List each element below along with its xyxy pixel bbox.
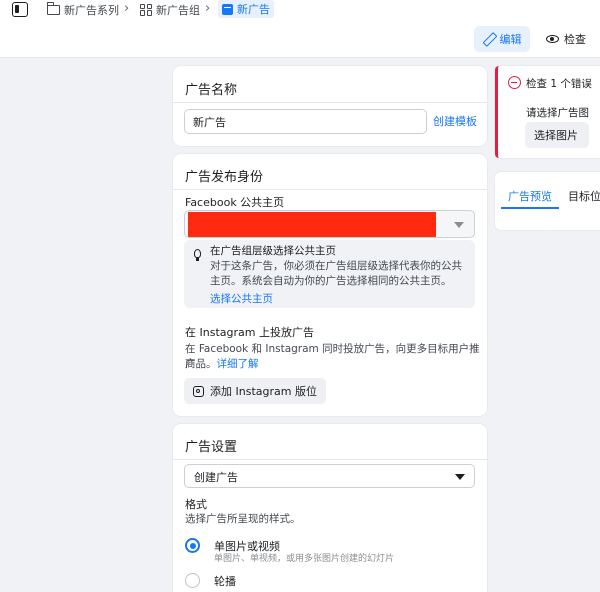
create-template-link[interactable]: 创建模板 [433, 113, 477, 129]
eye-icon [546, 35, 559, 43]
select-page-link[interactable]: 选择公共主页 [210, 291, 273, 306]
divider [173, 189, 487, 190]
select-image-button[interactable]: 选择图片 [525, 122, 589, 148]
edit-button[interactable]: 编辑 [474, 26, 530, 52]
error-card: 检查 1 个错误 请选择广告图片。 选择图片 [495, 66, 600, 158]
side-panel-toggle-icon[interactable] [12, 2, 28, 17]
preview-card: 广告预览 目标位 [495, 172, 600, 230]
grid-icon [140, 3, 152, 16]
breadcrumb-ad[interactable]: 新广告 [218, 0, 274, 18]
top-bar: 新广告系列 › 新广告组 › 新广告 编辑 检查 [0, 0, 600, 58]
breadcrumb-campaign-label: 新广告系列 [64, 3, 119, 17]
pencil-icon [483, 33, 495, 45]
folder-icon [46, 1, 60, 15]
ad-name-card: 广告名称 创建模板 [173, 66, 487, 146]
chevron-down-icon [455, 474, 465, 480]
identity-card: 广告发布身份 Facebook 公共主页 在广告组层级选择公共主页 对于这条广告… [173, 154, 487, 416]
format-option-carousel-label: 轮播 [214, 575, 236, 588]
select-image-label: 选择图片 [534, 129, 578, 142]
instagram-desc-line-2: 商品。详细了解 [185, 357, 259, 372]
edit-button-label: 编辑 [499, 33, 522, 46]
error-icon [508, 76, 521, 89]
breadcrumb: 新广告系列 › 新广告组 › 新广告 [0, 0, 600, 20]
tab-ad-preview[interactable]: 广告预览 [508, 188, 552, 204]
tip-body-line-1: 对于这条广告，你必须在广告组层级选择代表你的公共 [210, 260, 462, 272]
chevron-down-icon [454, 222, 464, 228]
add-instagram-label: 添加 Instagram 版位 [210, 385, 317, 398]
breadcrumb-adset[interactable]: 新广告组 [140, 2, 200, 17]
review-button[interactable]: 检查 [538, 26, 594, 52]
facebook-page-select[interactable] [184, 210, 475, 238]
redacted-page-name [188, 212, 436, 237]
chevron-right-icon: › [124, 1, 130, 16]
format-label: 格式 [185, 498, 207, 511]
format-desc: 选择广告所呈现的样式。 [185, 513, 301, 525]
page-tip-box: 在广告组层级选择公共主页 对于这条广告，你必须在广告组层级选择代表你的公共 主页… [184, 240, 475, 308]
error-title: 检查 1 个错误 [526, 78, 592, 90]
facebook-page-label: Facebook 公共主页 [185, 196, 285, 209]
breadcrumb-adset-label: 新广告组 [156, 3, 200, 17]
active-tab-underline [501, 207, 559, 209]
tab-placement[interactable]: 目标位 [568, 188, 600, 204]
create-ad-select-value: 创建广告 [194, 471, 238, 484]
ad-setup-card: 广告设置 创建广告 格式 选择广告所呈现的样式。 单图片或视频 单图片、单视频，… [173, 424, 487, 592]
format-radio-single[interactable] [185, 538, 200, 553]
format-radio-carousel[interactable] [185, 573, 200, 588]
tip-body-line-2: 主页。系统会自动为你的广告选择相同的公共主页。 [210, 275, 452, 287]
breadcrumb-campaign[interactable]: 新广告系列 [46, 1, 119, 17]
ad-setup-title: 广告设置 [185, 440, 238, 455]
instagram-desc-text: 商品。 [185, 358, 217, 370]
create-ad-select[interactable]: 创建广告 [184, 464, 475, 488]
lightbulb-icon [194, 249, 201, 261]
instagram-icon [193, 385, 204, 397]
instagram-label: 在 Instagram 上投放广告 [185, 326, 314, 339]
ad-name-input[interactable] [184, 109, 427, 134]
ad-icon [222, 3, 233, 15]
chevron-right-icon: › [205, 1, 211, 16]
tip-title: 在广告组层级选择公共主页 [210, 245, 336, 257]
breadcrumb-ad-label: 新广告 [237, 3, 270, 16]
divider [173, 102, 487, 103]
review-button-label: 检查 [564, 33, 586, 46]
divider [173, 459, 487, 460]
identity-title: 广告发布身份 [185, 170, 264, 185]
format-option-single-desc: 单图片、单视频，或用多张图片创建的幻灯片 [214, 554, 395, 564]
ad-name-title: 广告名称 [185, 83, 238, 98]
add-instagram-button[interactable]: 添加 Instagram 版位 [184, 378, 326, 404]
learn-more-link[interactable]: 详细了解 [217, 358, 259, 370]
